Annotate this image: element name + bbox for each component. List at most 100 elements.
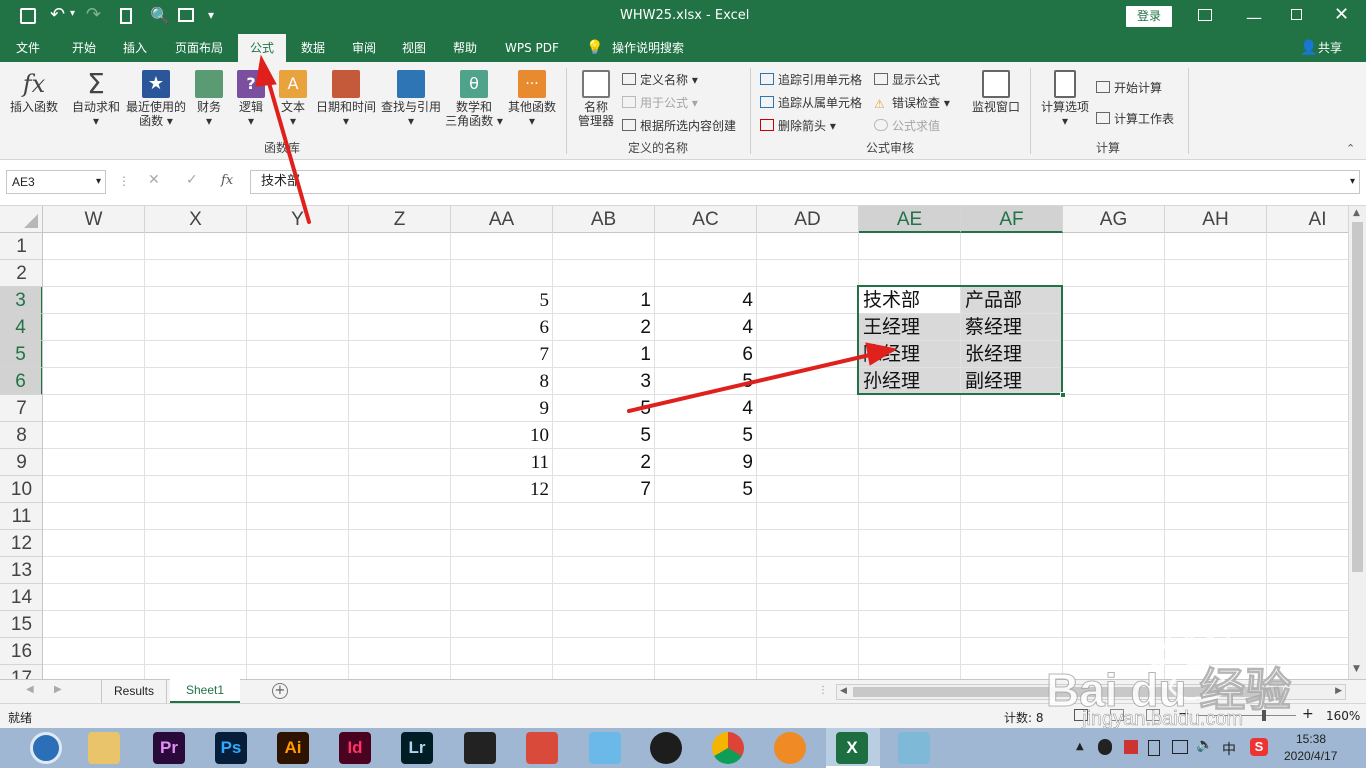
horizontal-scroll-thumb[interactable]	[853, 687, 1283, 697]
row-header-4[interactable]: 4	[0, 314, 42, 341]
restore-icon[interactable]	[1291, 9, 1302, 20]
notes-icon[interactable]	[898, 732, 930, 764]
print-preview-icon[interactable]: 🔍	[150, 6, 170, 25]
tab-help[interactable]: 帮助	[449, 34, 481, 62]
name-manager-button[interactable]: 名称 管理器	[574, 70, 618, 128]
datetime-button[interactable]: 日期和时间 ▾	[314, 70, 378, 128]
cell-aa3[interactable]: 5	[451, 287, 552, 313]
cell-ac3[interactable]: 4	[655, 287, 756, 313]
normal-view-icon[interactable]	[1074, 709, 1088, 721]
calc-sheet-button[interactable]: 计算工作表	[1096, 110, 1174, 127]
cell-ac9[interactable]: 9	[655, 449, 756, 475]
row-header-10[interactable]: 10	[0, 476, 42, 503]
new-file-icon[interactable]	[120, 8, 132, 24]
cell-ab4[interactable]: 2	[553, 314, 654, 340]
column-header-aa[interactable]: AA	[451, 206, 553, 233]
evaluate-formula-button[interactable]: 公式求值	[874, 117, 940, 134]
video-editor-icon[interactable]	[464, 732, 496, 764]
tray-flag-icon[interactable]	[1124, 740, 1138, 754]
cell-ab10[interactable]: 7	[553, 476, 654, 502]
column-header-af[interactable]: AF	[961, 206, 1063, 233]
selection-range[interactable]	[857, 285, 1063, 395]
row-header-8[interactable]: 8	[0, 422, 42, 449]
cell-ac7[interactable]: 4	[655, 395, 756, 421]
tab-file[interactable]: 文件	[12, 34, 44, 62]
more-functions-button[interactable]: ··· 其他函数 ▾	[506, 70, 558, 128]
row-header-7[interactable]: 7	[0, 395, 42, 422]
cell-ac4[interactable]: 4	[655, 314, 756, 340]
define-name-button[interactable]: 定义名称 ▾	[622, 71, 698, 88]
show-hidden-icons[interactable]: ▲	[1076, 741, 1084, 752]
scroll-down-icon[interactable]: ▼	[1353, 664, 1360, 674]
calc-now-button[interactable]: 开始计算	[1096, 79, 1162, 96]
column-header-y[interactable]: Y	[247, 206, 349, 233]
row-header-3[interactable]: 3	[0, 287, 42, 314]
bird-app-icon[interactable]	[589, 732, 621, 764]
undo-icon[interactable]: ↶	[50, 4, 65, 25]
row-header-1[interactable]: 1	[0, 233, 42, 260]
scroll-up-icon[interactable]: ▲	[1353, 208, 1360, 218]
tray-qq-icon[interactable]	[1098, 739, 1112, 755]
column-header-ah[interactable]: AH	[1165, 206, 1267, 233]
collapse-ribbon-icon[interactable]: ⌃	[1346, 142, 1355, 155]
cell-ab5[interactable]: 1	[553, 341, 654, 367]
sheet-tab-results[interactable]: Results	[101, 680, 167, 703]
clock-time[interactable]: 15:38	[1296, 732, 1326, 746]
recently-used-button[interactable]: ★ 最近使用的 函数 ▾	[124, 70, 188, 128]
page-break-view-icon[interactable]	[1146, 709, 1160, 721]
cell-aa10[interactable]: 12	[451, 476, 552, 502]
row-header-12[interactable]: 12	[0, 530, 42, 557]
start-button-icon[interactable]	[30, 732, 62, 764]
photoshop-icon[interactable]: Ps	[215, 732, 247, 764]
logical-button[interactable]: ? 逻辑 ▾	[234, 70, 268, 128]
form-icon[interactable]	[178, 8, 194, 22]
cell-ac10[interactable]: 5	[655, 476, 756, 502]
sheet-next-icon[interactable]: ▶	[54, 684, 62, 695]
tray-volume-icon[interactable]: 🔈	[1196, 737, 1213, 753]
clock-date[interactable]: 2020/4/17	[1284, 749, 1337, 763]
tell-me-search[interactable]: 操作说明搜索	[608, 34, 688, 62]
tab-review[interactable]: 审阅	[348, 34, 380, 62]
scroll-left-icon[interactable]: ◀	[840, 686, 847, 696]
row-header-16[interactable]: 16	[0, 638, 42, 665]
show-formulas-button[interactable]: 显示公式	[874, 71, 940, 88]
autosum-button[interactable]: Σ 自动求和 ▾	[70, 70, 122, 129]
cell-ab3[interactable]: 1	[553, 287, 654, 313]
cell-aa4[interactable]: 6	[451, 314, 552, 340]
remove-arrows-button[interactable]: 删除箭头 ▾	[760, 117, 836, 134]
column-header-x[interactable]: X	[145, 206, 247, 233]
calc-options-button[interactable]: 计算选项 ▾	[1038, 70, 1092, 128]
close-icon[interactable]: ✕	[1334, 4, 1349, 25]
excel-icon[interactable]: X	[836, 732, 868, 764]
column-header-ac[interactable]: AC	[655, 206, 757, 233]
column-header-ae[interactable]: AE	[859, 206, 961, 233]
save-icon[interactable]	[20, 8, 36, 24]
trace-dependents-button[interactable]: 追踪从属单元格	[760, 94, 862, 111]
ribbon-display-icon[interactable]	[1198, 9, 1212, 21]
chevron-down-icon[interactable]: ▾	[96, 171, 101, 193]
tray-network-icon[interactable]	[1172, 740, 1188, 754]
tab-view[interactable]: 视图	[398, 34, 430, 62]
watch-window-button[interactable]: 监视窗口	[968, 70, 1024, 114]
sheet-tab-sheet1[interactable]: Sheet1	[170, 679, 240, 703]
illustrator-icon[interactable]: Ai	[277, 732, 309, 764]
horizontal-scrollbar[interactable]: ◀ ▶	[836, 684, 1346, 700]
cell-ac5[interactable]: 6	[655, 341, 756, 367]
row-header-6[interactable]: 6	[0, 368, 42, 395]
formula-input[interactable]: 技术部 ▾	[250, 170, 1360, 194]
indesign-icon[interactable]: Id	[339, 732, 371, 764]
sogou-icon[interactable]: S	[1250, 738, 1268, 756]
row-header-9[interactable]: 9	[0, 449, 42, 476]
row-header-14[interactable]: 14	[0, 584, 42, 611]
insert-function-button[interactable]: fx 插入函数	[6, 70, 62, 114]
tab-data[interactable]: 数据	[297, 34, 329, 62]
error-checking-button[interactable]: ⚠ 错误检查 ▾	[874, 94, 950, 111]
column-header-ad[interactable]: AD	[757, 206, 859, 233]
qq-icon[interactable]	[650, 732, 682, 764]
zoom-level[interactable]: 160%	[1326, 709, 1360, 723]
row-header-2[interactable]: 2	[0, 260, 42, 287]
customize-qat-icon[interactable]: ▾	[208, 8, 214, 22]
page-layout-view-icon[interactable]	[1110, 709, 1124, 721]
media-icon[interactable]	[526, 732, 558, 764]
cell-aa9[interactable]: 11	[451, 449, 552, 475]
